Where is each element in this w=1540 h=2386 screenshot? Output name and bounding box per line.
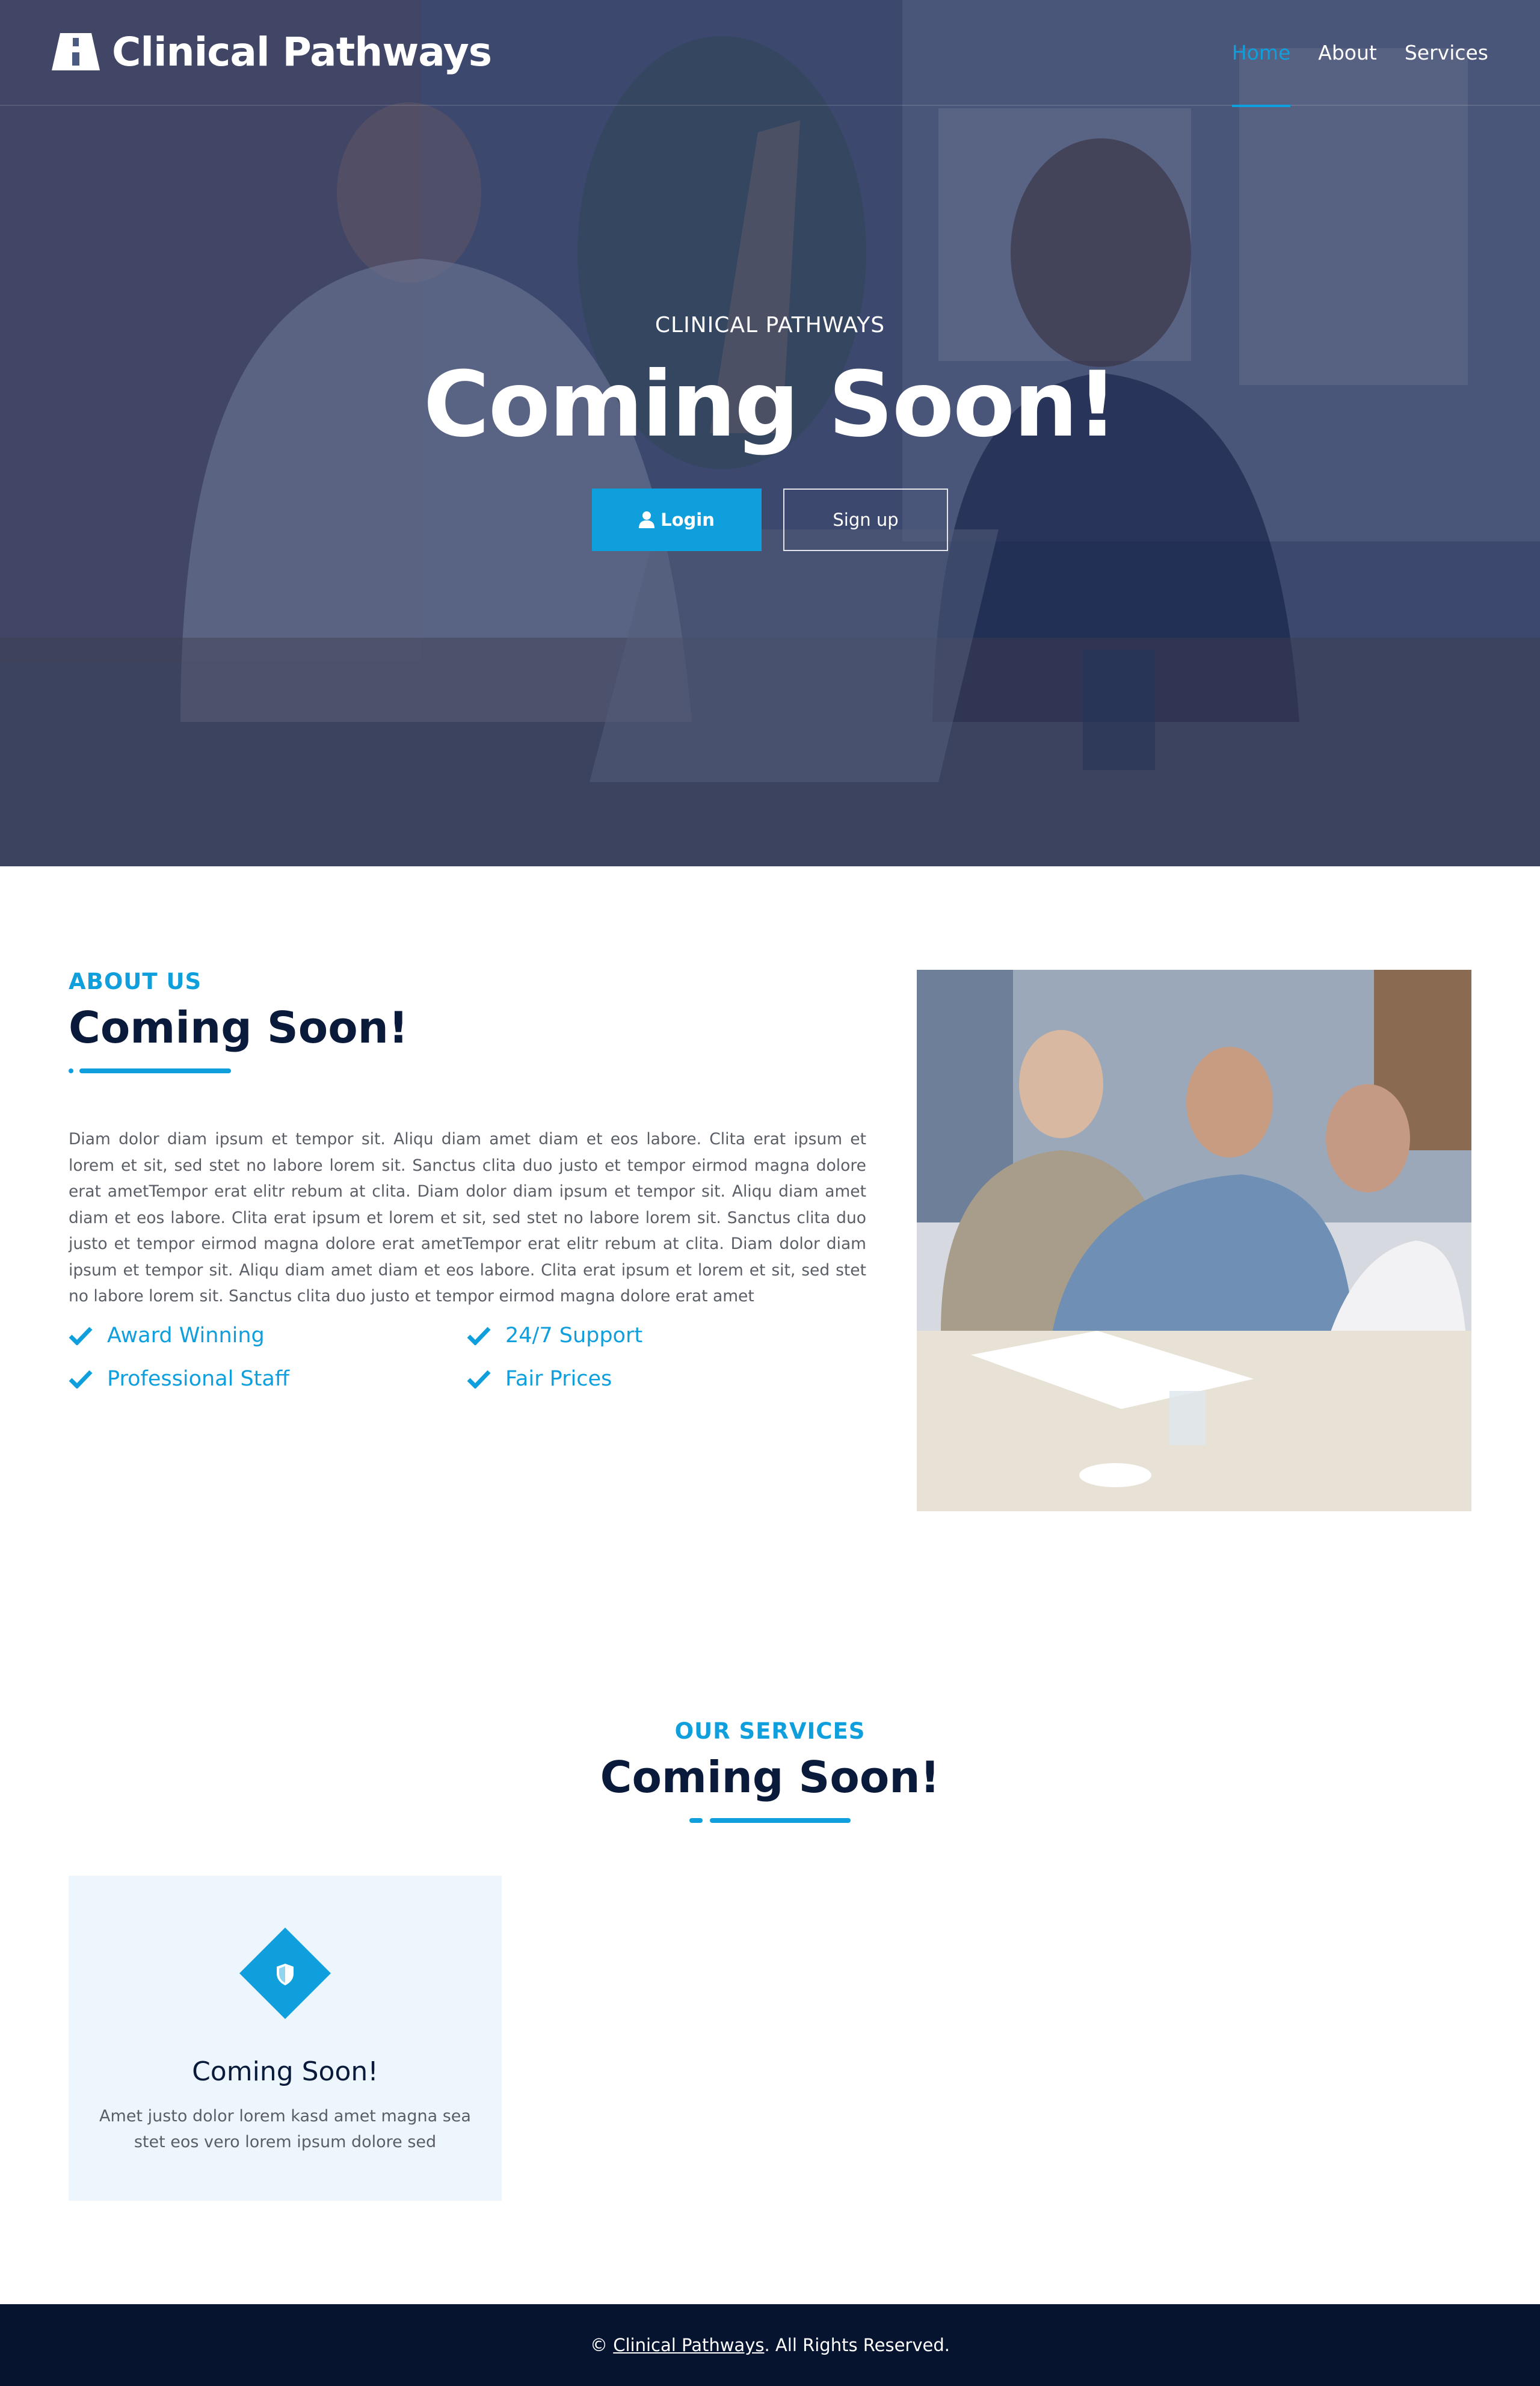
user-icon xyxy=(639,511,655,528)
services-section: OUR SERVICES Coming Soon! Coming Soon! A… xyxy=(0,1612,1540,2304)
hero-content: CLINICAL PATHWAYS Coming Soon! xyxy=(0,313,1540,455)
feature-item: Award Winning xyxy=(69,1324,265,1348)
nav-links: Home About Services xyxy=(1204,0,1488,107)
hero-section: Clinical Pathways Home About Services CL… xyxy=(0,0,1540,866)
feature-item: 24/7 Support xyxy=(467,1324,642,1348)
footer-copyright: © Clinical Pathways. All Rights Reserved… xyxy=(590,2335,950,2355)
feature-item: Professional Staff xyxy=(69,1367,289,1391)
footer-rights: . All Rights Reserved. xyxy=(764,2335,950,2355)
title-underline-dot xyxy=(689,1818,703,1823)
check-icon xyxy=(69,1327,93,1345)
service-card-text: Amet justo dolor lorem kasd amet magna s… xyxy=(99,2107,471,2151)
services-kicker: OUR SERVICES xyxy=(674,1718,866,1744)
feature-label: 24/7 Support xyxy=(505,1324,643,1348)
nav-home[interactable]: Home xyxy=(1231,0,1291,107)
feature-label: Award Winning xyxy=(107,1324,265,1348)
brand-name: Clinical Pathways xyxy=(112,28,492,75)
hero-kicker: CLINICAL PATHWAYS xyxy=(654,313,886,338)
hero-buttons: Login Sign up xyxy=(0,489,1540,551)
footer: © Clinical Pathways. All Rights Reserved… xyxy=(0,2304,1540,2386)
check-icon xyxy=(467,1370,491,1389)
brand-logo[interactable]: Clinical Pathways xyxy=(52,26,492,77)
nav-services[interactable]: Services xyxy=(1405,0,1488,106)
road-icon xyxy=(52,33,100,70)
footer-brand-link[interactable]: Clinical Pathways xyxy=(613,2335,764,2355)
about-section: ABOUT US Coming Soon! Diam dolor diam ip… xyxy=(0,866,1540,1612)
title-underline-bar xyxy=(710,1818,851,1823)
login-button[interactable]: Login xyxy=(592,489,762,551)
check-icon xyxy=(69,1370,93,1389)
signup-button[interactable]: Sign up xyxy=(783,489,948,551)
login-label: Login xyxy=(661,510,715,530)
service-card[interactable]: Coming Soon! Amet justo dolor lorem kasd… xyxy=(69,1876,502,2201)
about-description: Diam dolor diam ipsum et tempor sit. Ali… xyxy=(69,1130,866,1306)
about-team-photo xyxy=(917,970,1471,1511)
feature-item: Fair Prices xyxy=(467,1367,612,1391)
about-kicker: ABOUT US xyxy=(69,969,202,994)
title-underline-dot xyxy=(69,1068,73,1073)
service-card-title: Coming Soon! xyxy=(192,2056,378,2087)
navbar: Clinical Pathways Home About Services xyxy=(0,0,1540,107)
copyright-symbol: © xyxy=(590,2335,608,2355)
title-underline-bar xyxy=(79,1068,231,1073)
nav-about[interactable]: About xyxy=(1318,0,1377,106)
signup-label: Sign up xyxy=(833,510,899,530)
services-title: Coming Soon! xyxy=(600,1752,940,1802)
feature-label: Fair Prices xyxy=(505,1367,612,1391)
about-title: Coming Soon! xyxy=(69,1002,408,1053)
feature-label: Professional Staff xyxy=(107,1367,289,1391)
shield-icon xyxy=(239,1928,331,2019)
check-icon xyxy=(467,1327,491,1345)
hero-title: Coming Soon! xyxy=(423,353,1118,457)
